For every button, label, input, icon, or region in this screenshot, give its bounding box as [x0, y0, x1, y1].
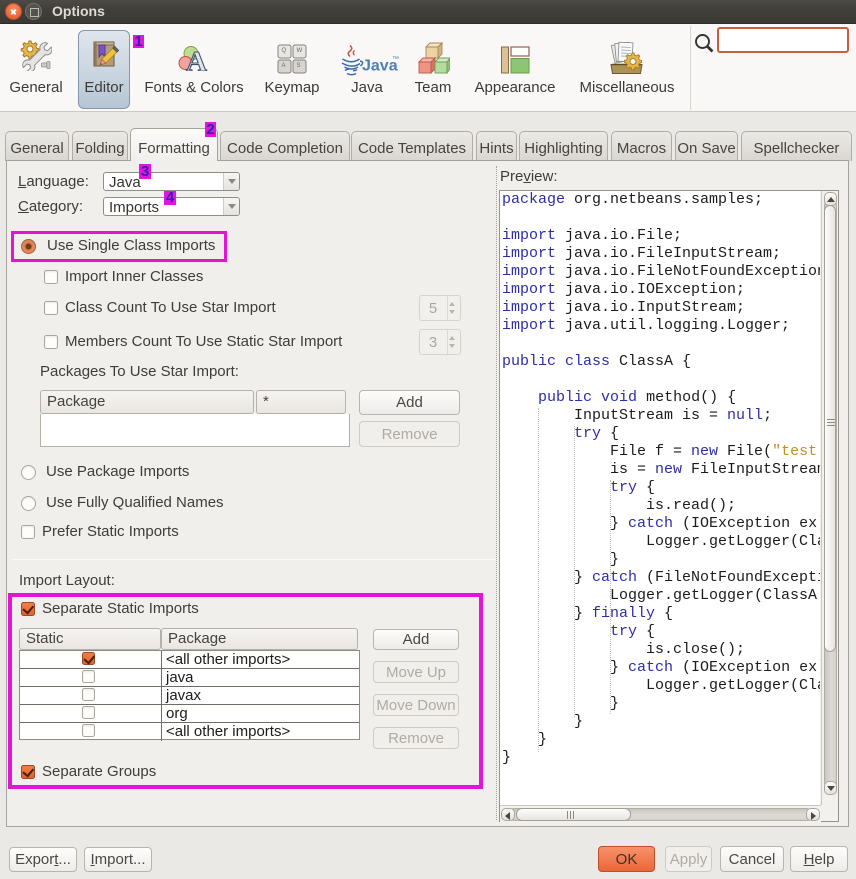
svg-text:A: A — [186, 46, 207, 71]
svg-text:W: W — [297, 48, 303, 54]
svg-text:A: A — [282, 63, 286, 69]
svg-text:Q: Q — [282, 48, 287, 54]
svg-text:S: S — [297, 63, 301, 69]
